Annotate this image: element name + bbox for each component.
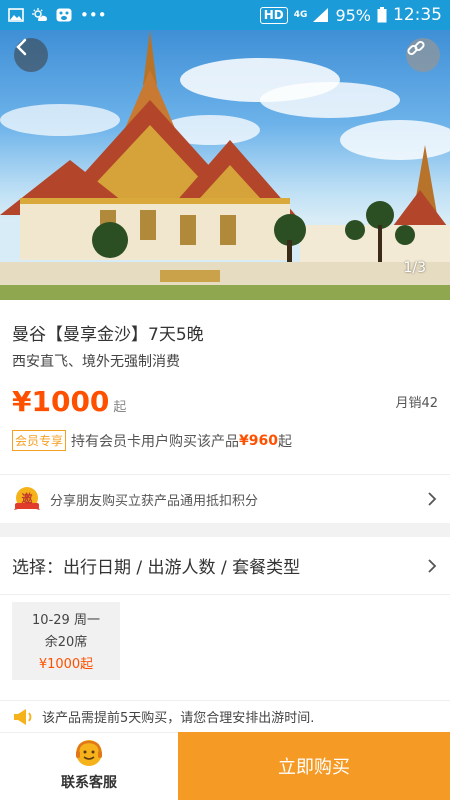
price-suffix: 起 bbox=[113, 400, 127, 415]
member-price-row: 会员专享 持有会员卡用户购买该产品 ¥960 起 bbox=[12, 430, 438, 451]
selection-row[interactable]: 选择：出行日期 / 出游人数 / 套餐类型 bbox=[0, 537, 450, 595]
member-price: ¥960 bbox=[239, 432, 278, 449]
product-info: 曼谷【曼享金沙】7天5晚 西安直飞、境外无强制消费 ¥1000 起 月销42 会… bbox=[0, 300, 450, 451]
back-button[interactable] bbox=[14, 38, 48, 72]
megaphone-icon bbox=[14, 708, 32, 725]
customer-service-icon bbox=[76, 740, 102, 766]
chevron-right-icon bbox=[428, 492, 437, 506]
invite-badge-icon: 邀 bbox=[14, 487, 40, 510]
baidu-app-icon bbox=[56, 8, 72, 22]
customer-service-label: 联系客服 bbox=[61, 775, 117, 791]
hero-image[interactable]: 1/3 bbox=[0, 30, 450, 300]
notice-text: 该产品需提前5天购买，请您合理安排出游时间. bbox=[42, 711, 315, 726]
selection-label: 选择：出行日期 / 出游人数 / 套餐类型 bbox=[12, 558, 301, 578]
member-text: 持有会员卡用户购买该产品 bbox=[71, 433, 240, 450]
share-text: 分享朋友购买立获产品通用抵扣积分 bbox=[50, 493, 259, 509]
signal-icon bbox=[313, 8, 329, 22]
gallery-icon bbox=[8, 8, 24, 22]
customer-service-button[interactable]: 联系客服 bbox=[0, 732, 178, 800]
battery-icon bbox=[377, 7, 387, 23]
product-price: ¥1000 bbox=[12, 385, 110, 418]
chevron-left-icon bbox=[16, 38, 27, 56]
link-icon bbox=[407, 40, 425, 56]
more-notifications-icon: ••• bbox=[80, 6, 107, 24]
member-tag: 会员专享 bbox=[12, 430, 67, 451]
monthly-sales: 月销42 bbox=[395, 396, 438, 411]
weather-icon bbox=[32, 8, 47, 21]
chevron-right-icon bbox=[428, 558, 437, 573]
product-subtitle: 西安直飞、境外无强制消费 bbox=[12, 354, 180, 370]
seats-left: 余20席 bbox=[44, 635, 88, 650]
share-row[interactable]: 邀 分享朋友购买立获产品通用抵扣积分 bbox=[0, 475, 450, 523]
member-suffix: 起 bbox=[277, 433, 292, 450]
date-label: 10-29 周一 bbox=[32, 613, 100, 628]
price-row: ¥1000 起 月销42 bbox=[12, 383, 438, 417]
product-title: 曼谷【曼享金沙】7天5晚 bbox=[12, 325, 204, 345]
purchase-notice: 该产品需提前5天购买，请您合理安排出游时间. bbox=[0, 700, 450, 732]
battery-level: 95% bbox=[335, 5, 371, 25]
invite-badge-text: 邀 bbox=[22, 491, 33, 505]
date-option-card[interactable]: 10-29 周一 余20席 ¥1000起 bbox=[12, 602, 120, 680]
image-pager: 1/3 bbox=[403, 260, 426, 276]
hd-badge: HD bbox=[259, 6, 288, 24]
date-price: ¥1000起 bbox=[38, 657, 94, 672]
bottom-action-bar: 联系客服 立即购买 bbox=[0, 732, 450, 800]
buy-now-button[interactable]: 立即购买 bbox=[178, 732, 450, 800]
share-link-button[interactable] bbox=[406, 38, 440, 72]
temple-photo bbox=[0, 30, 450, 300]
network-type: 4G bbox=[293, 10, 308, 20]
section-gap bbox=[0, 523, 450, 537]
clock: 12:35 bbox=[393, 5, 442, 25]
status-bar: ••• HD 4G 95% 12:35 bbox=[0, 0, 450, 30]
